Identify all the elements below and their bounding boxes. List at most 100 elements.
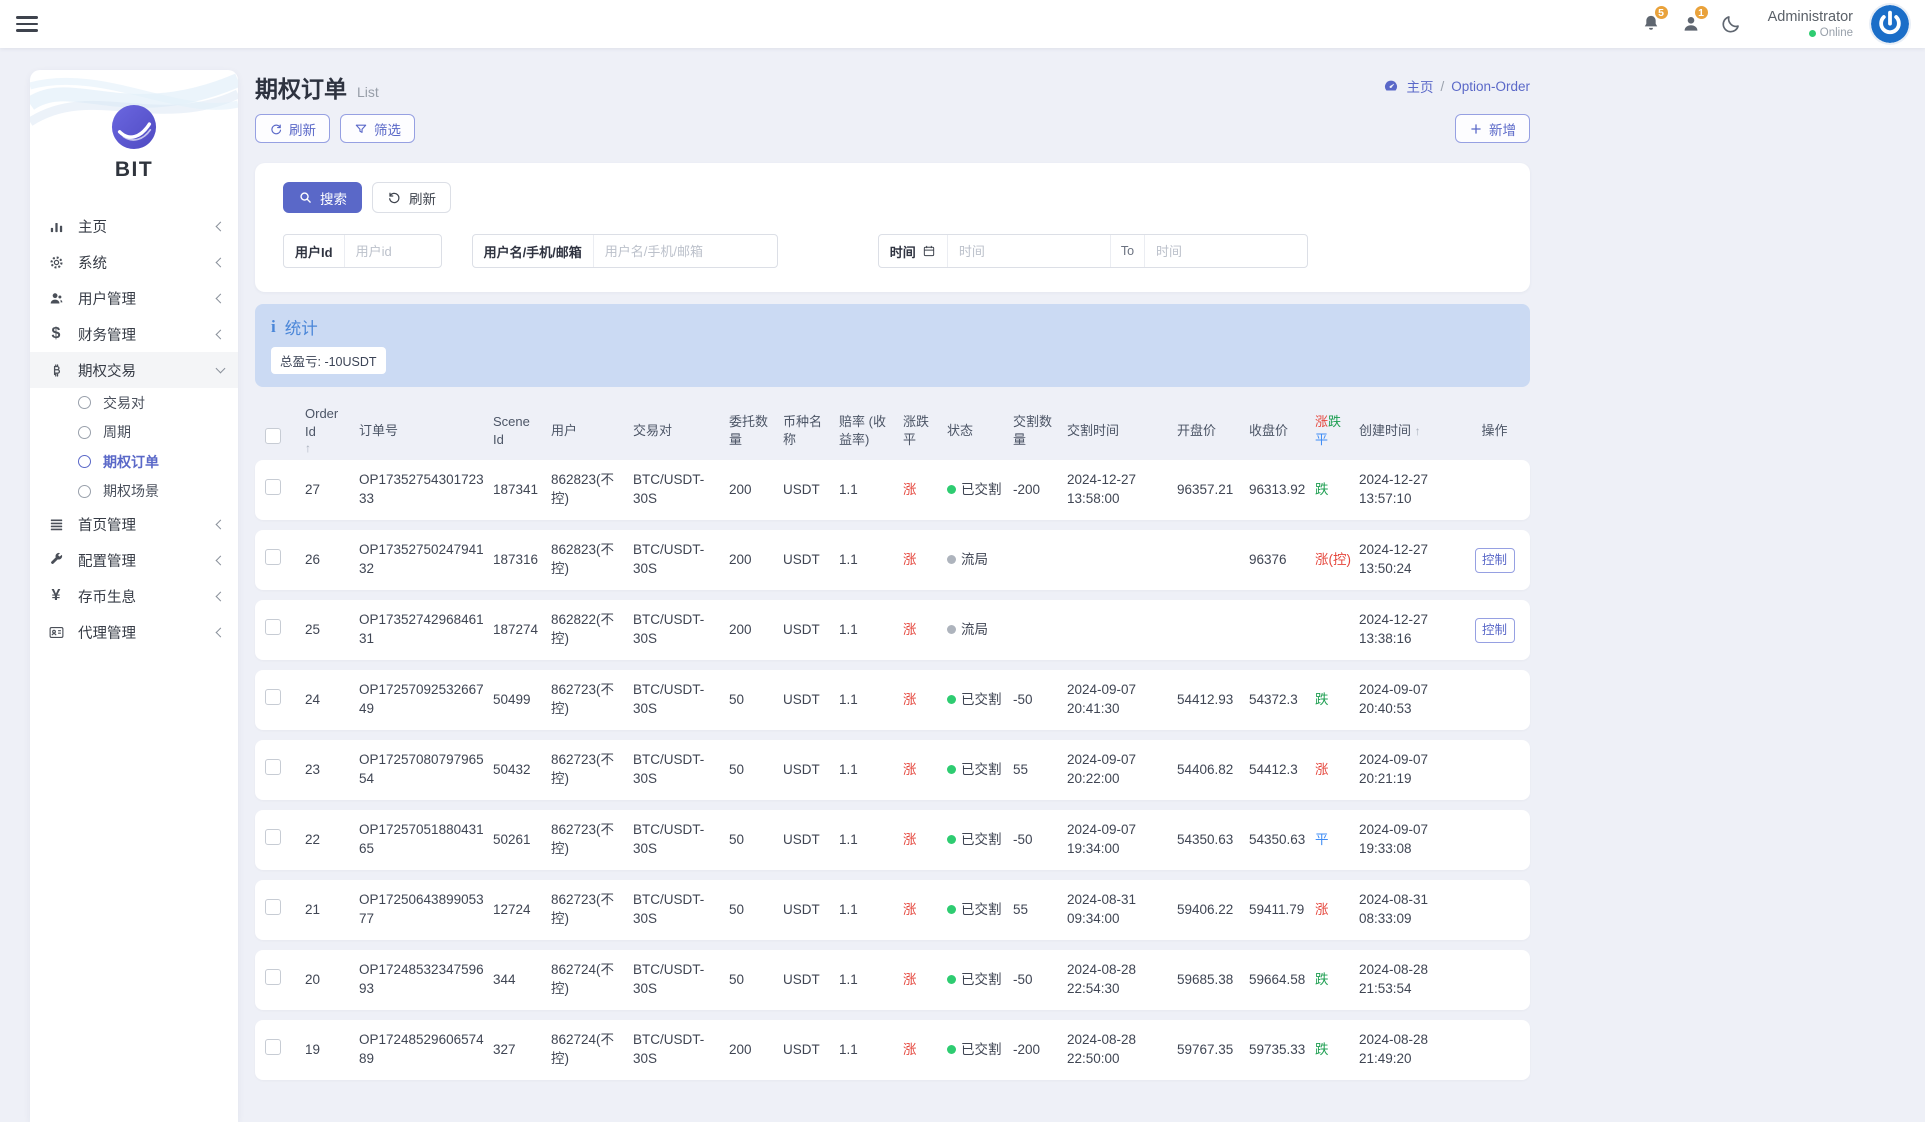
cell-amount: 200	[729, 551, 783, 570]
notifications-button[interactable]: 5	[1640, 13, 1662, 35]
filter-button[interactable]: 筛选	[340, 114, 415, 143]
cell-scene-id: 50499	[493, 691, 551, 710]
chevron-left-icon	[216, 293, 226, 303]
cell-amount: 50	[729, 691, 783, 710]
cell-odds: 1.1	[839, 551, 903, 570]
cell-status: 已交割	[947, 971, 1013, 990]
cell-scene-id: 187341	[493, 481, 551, 500]
refresh-icon	[269, 122, 283, 136]
user-menu[interactable]: Administrator Online	[1768, 8, 1853, 41]
user-id-label: 用户Id	[284, 235, 345, 267]
row-checkbox[interactable]	[265, 619, 305, 641]
sidebar-item[interactable]: 主页	[30, 208, 238, 244]
time-end-input[interactable]	[1145, 235, 1307, 267]
sidebar-subitem[interactable]: 交易对	[30, 388, 238, 418]
status-dot-icon	[947, 905, 956, 914]
sidebar-item[interactable]: 期权交易	[30, 352, 238, 388]
cell-order-no: OP1724852960657489	[359, 1031, 493, 1069]
cell-created: 2024-09-07 20:40:53	[1359, 681, 1469, 719]
breadcrumb: 主页 / Option-Order	[1383, 76, 1530, 96]
status-dot-icon	[947, 975, 956, 984]
row-checkbox[interactable]	[265, 1039, 305, 1061]
cell-coin: USDT	[783, 481, 839, 500]
control-button[interactable]: 控制	[1475, 618, 1515, 643]
sidebar-subitem-label: 期权订单	[103, 452, 159, 472]
status-dot-icon	[947, 1045, 956, 1054]
sidebar-item[interactable]: 用户管理	[30, 280, 238, 316]
chevron-left-icon	[216, 591, 226, 601]
status-dot-icon	[947, 835, 956, 844]
cell-result: 涨(控)	[1315, 551, 1359, 570]
cell-coin: USDT	[783, 761, 839, 780]
sidebar-item[interactable]: 代理管理	[30, 614, 238, 650]
cell-order-id: 20	[305, 971, 359, 990]
row-checkbox[interactable]	[265, 829, 305, 851]
time-start-input[interactable]	[948, 235, 1110, 267]
messages-button[interactable]: 1	[1680, 13, 1702, 35]
cell-action: 控制	[1469, 618, 1520, 643]
search-button[interactable]: 搜索	[283, 182, 362, 213]
user-id-input[interactable]	[345, 235, 441, 267]
cell-order-id: 21	[305, 901, 359, 920]
sidebar-item-label: 用户管理	[78, 288, 217, 309]
sidebar-item[interactable]: 系统	[30, 244, 238, 280]
breadcrumb-home[interactable]: 主页	[1406, 76, 1433, 96]
row-checkbox[interactable]	[265, 549, 305, 571]
table-body: 27OP1735275430172333187341862823(不控)BTC/…	[255, 460, 1530, 1080]
users-icon	[47, 289, 65, 307]
control-button[interactable]: 控制	[1475, 548, 1515, 573]
menu-toggle-button[interactable]	[16, 12, 38, 35]
row-checkbox[interactable]	[265, 689, 305, 711]
reset-button[interactable]: 刷新	[372, 182, 451, 213]
header-status: 状态	[947, 422, 1013, 440]
sidebar-item[interactable]: 配置管理	[30, 542, 238, 578]
row-checkbox[interactable]	[265, 969, 305, 991]
sidebar-item[interactable]: $财务管理	[30, 316, 238, 352]
sidebar-item-label: 期权交易	[78, 360, 217, 381]
radio-icon	[78, 485, 91, 498]
user-name-field-group: 用户名/手机/邮箱	[472, 234, 778, 268]
sidebar-item[interactable]: ¥存币生息	[30, 578, 238, 614]
cell-order-no: OP1725064389905377	[359, 891, 493, 929]
cell-close-price: 96313.92	[1249, 481, 1315, 500]
page-subtitle: List	[357, 84, 379, 100]
table-row: 24OP172570925326674950499862723(不控)BTC/U…	[255, 670, 1530, 730]
dark-mode-toggle[interactable]	[1720, 13, 1742, 35]
header-settle-amount: 交割数量	[1013, 413, 1067, 448]
user-name-input[interactable]	[594, 235, 777, 267]
chevron-left-icon	[216, 519, 226, 529]
cell-order-id: 24	[305, 691, 359, 710]
moon-icon	[1720, 13, 1742, 35]
header-created[interactable]: 创建时间 ↑	[1359, 422, 1469, 440]
row-checkbox[interactable]	[265, 899, 305, 921]
cell-created: 2024-12-27 13:57:10	[1359, 471, 1469, 509]
sidebar-item[interactable]: 首页管理	[30, 506, 238, 542]
sidebar-subitem[interactable]: 期权订单	[30, 447, 238, 477]
select-all-checkbox[interactable]	[265, 412, 305, 449]
header-pair: 交易对	[633, 422, 729, 440]
sidebar-subitem[interactable]: 周期	[30, 418, 238, 448]
chart-icon	[47, 217, 65, 235]
online-dot-icon	[1809, 30, 1816, 37]
add-button[interactable]: 新增	[1455, 114, 1530, 143]
cell-odds: 1.1	[839, 621, 903, 640]
avatar[interactable]	[1871, 5, 1909, 43]
time-label: 时间	[879, 235, 948, 267]
row-checkbox[interactable]	[265, 759, 305, 781]
refresh-button[interactable]: 刷新	[255, 114, 330, 143]
header-direction: 涨跌平	[903, 413, 947, 448]
sidebar-menu: 主页系统用户管理 $财务管理期权交易交易对周期期权订单期权场景首页管理配置管理¥存…	[30, 208, 238, 650]
cell-status: 流局	[947, 551, 1013, 570]
chevron-left-icon	[216, 329, 226, 339]
cell-pair: BTC/USDT-30S	[633, 821, 729, 859]
cell-created: 2024-12-27 13:50:24	[1359, 541, 1469, 579]
sidebar-subitem[interactable]: 期权场景	[30, 477, 238, 507]
stats-panel: i 统计 总盈亏: -10USDT	[255, 304, 1530, 387]
idcard-icon	[47, 623, 65, 641]
header-order-id[interactable]: Order Id ↑	[305, 405, 359, 456]
cell-odds: 1.1	[839, 1041, 903, 1060]
user-name-label: 用户名/手机/邮箱	[473, 235, 594, 267]
header-open-price: 开盘价	[1177, 422, 1249, 440]
sidebar-item-label: 系统	[78, 252, 217, 273]
row-checkbox[interactable]	[265, 479, 305, 501]
